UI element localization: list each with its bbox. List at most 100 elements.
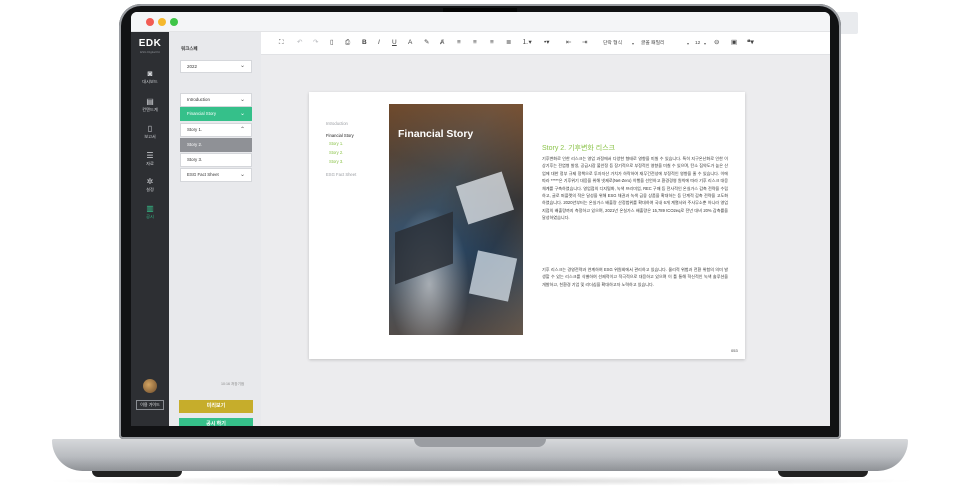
chevron-up-icon: ⌃ <box>239 127 245 133</box>
hero-photo: Financial Story <box>389 104 523 335</box>
camera-icon: ◙ <box>147 69 153 78</box>
chevron-down-icon: ⌄ <box>239 97 245 103</box>
underline-icon[interactable]: U <box>392 39 397 47</box>
nav-item-introduction[interactable]: Introduction ⌄ <box>180 93 252 107</box>
nav-item-financial-story[interactable]: Financial Story ⌄ <box>180 107 252 121</box>
laptop-foot-left <box>92 471 182 477</box>
bold-icon[interactable]: B <box>362 39 367 47</box>
minimize-window-button[interactable] <box>158 18 166 26</box>
year-value: 2022 <box>187 64 198 69</box>
chevron-down-icon: ▾ <box>687 41 690 46</box>
chevron-down-icon: ⌄ <box>239 63 245 69</box>
align-center-icon[interactable]: ≡ <box>473 39 477 47</box>
chevron-down-icon: ▾ <box>704 41 707 46</box>
toc-item[interactable]: Story 3. <box>329 159 343 164</box>
paragraph-format-select[interactable]: 단락 형식 <box>603 40 622 48</box>
nav-item-label: Story 2. <box>187 142 203 147</box>
window-titlebar <box>131 12 830 32</box>
chevron-down-icon: ⌄ <box>239 172 245 178</box>
app-screen: EDK ESG Digital Kit ◙ 대시보드 ▤ 컨텐드계 ▯ 보고서 … <box>131 12 830 426</box>
document-icon: ▯ <box>147 124 153 133</box>
story-paragraph: 기후 리스크는 경영전략과 연계하여 ESG 위원회에서 관리하고 있습니다. … <box>542 267 728 287</box>
outdent-icon[interactable]: ⇤ <box>566 39 571 47</box>
nav-item-esg-fact-sheet[interactable]: ESG Fact Sheet ⌄ <box>180 168 252 182</box>
align-justify-icon[interactable]: ≣ <box>506 39 511 47</box>
avatar[interactable] <box>143 379 157 393</box>
font-size-select[interactable]: 12 <box>695 40 700 48</box>
page-icon[interactable]: ▯ <box>330 39 334 47</box>
quote-icon[interactable]: ❝▾ <box>747 39 754 47</box>
nav-item-label: Financial Story <box>187 111 217 116</box>
app-logo-subtitle: ESG Digital Kit <box>140 50 160 54</box>
toc-item[interactable]: Introduction <box>326 121 348 126</box>
chevron-down-icon: ⌄ <box>239 111 245 117</box>
sidebar-item-label: 대시보드 <box>142 79 158 84</box>
photo-detail <box>468 250 518 302</box>
user-guide-button[interactable]: 이용 가이드 <box>136 400 164 410</box>
ordered-list-icon[interactable]: ⒈▾ <box>522 39 532 47</box>
toc-item[interactable]: Story 1. <box>329 141 343 146</box>
image-icon[interactable]: ▣ <box>731 39 737 47</box>
align-left-icon[interactable]: ≡ <box>457 39 461 47</box>
sidebar-item-label: 보고서 <box>144 134 156 139</box>
nav-item-label: Introduction <box>187 97 210 102</box>
sidebar-item-label: 공시 <box>146 214 154 219</box>
redo-icon[interactable]: ↷ <box>313 39 318 47</box>
nav-item-label: ESG Fact Sheet <box>187 172 219 177</box>
clear-format-icon[interactable]: Ⱥ <box>440 39 444 47</box>
link-icon[interactable]: ⊖ <box>714 39 719 47</box>
sidebar-item-dashboard[interactable]: ◙ 대시보드 <box>131 69 169 85</box>
nav-item-story-1[interactable]: Story 1. ⌃ <box>180 123 252 137</box>
toc-item[interactable]: ESG Fact Sheet <box>326 172 356 177</box>
book-icon: ▥ <box>146 204 154 213</box>
font-family-select[interactable]: 글꼴 패밀리 <box>641 40 664 48</box>
nav-item-story-2[interactable]: Story 2. <box>180 138 252 152</box>
laptop-base-notch <box>414 439 546 447</box>
hero-title: Financial Story <box>398 128 474 140</box>
photo-detail <box>455 171 515 225</box>
sidebar-item-label: 설정 <box>146 187 154 192</box>
editor-toolbar: ⛶ ↶ ↷ ▯ ⎙ B I U A ✎ Ⱥ ≡ ≡ ≡ ≣ ⒈▾ •▾ ⇤ ⇥ … <box>261 32 830 55</box>
year-select[interactable]: 2022 ⌄ <box>180 60 252 73</box>
fullscreen-icon[interactable]: ⛶ <box>279 39 284 47</box>
close-window-button[interactable] <box>146 18 154 26</box>
italic-icon[interactable]: I <box>378 39 380 47</box>
font-color-icon[interactable]: A <box>408 39 412 47</box>
sidebar-item-content[interactable]: ▤ 컨텐드계 <box>131 97 169 113</box>
toc-item[interactable]: Story 2. <box>329 150 343 155</box>
sidebar-item-settings[interactable]: ✲ 설정 <box>131 177 169 193</box>
nav-item-label: Story 3. <box>187 157 203 162</box>
panel-title: 워크스페 <box>181 46 198 51</box>
align-right-icon[interactable]: ≡ <box>490 39 494 47</box>
preview-button[interactable]: 미리보기 <box>179 400 253 413</box>
unordered-list-icon[interactable]: •▾ <box>544 39 550 47</box>
print-icon[interactable]: ⎙ <box>345 39 350 47</box>
indent-icon[interactable]: ⇥ <box>582 39 587 47</box>
toc-item-current[interactable]: Financial Story <box>326 133 354 138</box>
laptop-foot-right <box>778 471 868 477</box>
sidebar-item-report[interactable]: ▯ 보고서 <box>131 124 169 140</box>
saved-status: 10:16 저장기점 <box>221 382 245 386</box>
story-title: Story 2. 기후변화 리스크 <box>542 145 616 152</box>
photo-detail <box>395 211 453 285</box>
story-paragraph: 기후변화로 인한 리스크는 영업 과정에서 다양한 형태로 영향을 미칠 수 있… <box>542 156 728 221</box>
calendar-icon: ▤ <box>146 97 154 106</box>
laptop-shadow <box>40 476 920 486</box>
sidebar-item-disclosure[interactable]: ▥ 공시 <box>131 204 169 220</box>
nav-item-label: Story 1. <box>187 127 203 132</box>
chevron-down-icon: ▾ <box>632 41 635 46</box>
sidebar-item-data[interactable]: ☰ 자료 <box>131 151 169 167</box>
page-number: 053 <box>731 348 738 353</box>
nav-item-story-3[interactable]: Story 3. <box>180 153 252 167</box>
undo-icon[interactable]: ↶ <box>297 39 302 47</box>
workspace-panel: 워크스페 2022 ⌄ Introduction ⌄ Financial Sto… <box>169 32 374 426</box>
app-logo[interactable]: EDK <box>131 38 169 49</box>
sidebar-item-label: 컨텐드계 <box>142 107 158 112</box>
document-page[interactable]: Introduction Financial Story Story 1. St… <box>309 92 745 359</box>
gear-icon: ✲ <box>146 177 154 186</box>
maximize-window-button[interactable] <box>170 18 178 26</box>
list-icon: ☰ <box>146 151 154 160</box>
sidebar: EDK ESG Digital Kit ◙ 대시보드 ▤ 컨텐드계 ▯ 보고서 … <box>131 32 169 426</box>
highlight-icon[interactable]: ✎ <box>424 39 429 47</box>
publish-button[interactable]: 공시 하기 <box>179 418 253 426</box>
